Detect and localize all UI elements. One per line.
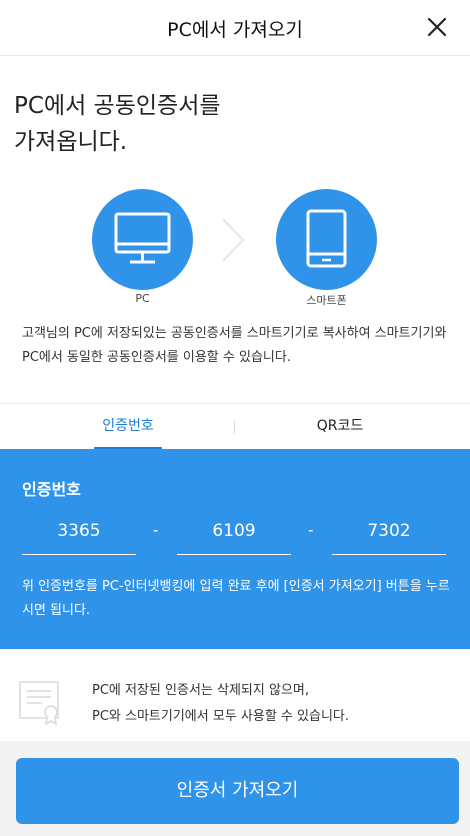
auth-code-part-3: 7302 bbox=[332, 513, 446, 555]
notice-section: PC에 저장된 인증서는 삭제되지 않으며, PC와 스마트기기에서 모두 사용… bbox=[0, 649, 470, 741]
header-bar: PC에서 가져오기 bbox=[0, 0, 470, 56]
close-icon bbox=[427, 17, 447, 37]
auth-code-panel: 인증번호 3365 - 6109 - 7302 위 인증번호를 PC-인터넷뱅킹… bbox=[0, 449, 470, 649]
pc-device-circle bbox=[92, 189, 193, 290]
smartphone-icon bbox=[306, 209, 347, 268]
certificate-icon bbox=[18, 679, 64, 729]
auth-code-part-1: 3365 bbox=[22, 513, 136, 555]
phone-device-circle bbox=[276, 189, 377, 290]
notice-text: PC에 저장된 인증서는 삭제되지 않으며, PC와 스마트기기에서 모두 사용… bbox=[92, 678, 349, 730]
auth-code-part-2: 6109 bbox=[177, 513, 291, 555]
notice-line-1: PC에 저장된 인증서는 삭제되지 않으며, bbox=[92, 683, 309, 698]
page-title: PC에서 가져오기 bbox=[167, 19, 303, 41]
code-separator: - bbox=[153, 521, 159, 539]
pc-label: PC bbox=[135, 292, 150, 305]
tab-auth-number[interactable]: 인증번호 bbox=[94, 404, 162, 450]
tab-bar: 인증번호 QR코드 bbox=[0, 403, 470, 450]
tab-divider bbox=[234, 420, 235, 434]
chevron-right-icon bbox=[218, 216, 246, 268]
tab-qr-code[interactable]: QR코드 bbox=[300, 404, 380, 450]
import-certificate-button[interactable]: 인증서 가져오기 bbox=[16, 758, 459, 824]
intro-headline: PC에서 공동인증서를 가져옵니다. bbox=[14, 88, 221, 160]
headline-line-2: 가져옵니다. bbox=[14, 129, 128, 155]
smartphone-label: 스마트폰 bbox=[306, 294, 347, 307]
code-separator: - bbox=[308, 521, 314, 539]
auth-panel-title: 인증번호 bbox=[22, 480, 81, 499]
footer-bar: 인증서 가져오기 bbox=[0, 741, 470, 836]
monitor-icon bbox=[114, 212, 171, 264]
auth-guide-text: 위 인증번호를 PC-인터넷뱅킹에 입력 완료 후에 [인증서 가져오기] 버튼… bbox=[22, 579, 450, 618]
close-button[interactable] bbox=[424, 14, 450, 40]
description-text: 고객님의 PC에 저장되있는 공동인증서를 스마트기기로 복사하여 스마트기기와… bbox=[22, 326, 447, 365]
notice-line-2: PC와 스마트기기에서 모두 사용할 수 있습니다. bbox=[92, 709, 349, 724]
headline-line-1: PC에서 공동인증서를 bbox=[14, 93, 221, 119]
